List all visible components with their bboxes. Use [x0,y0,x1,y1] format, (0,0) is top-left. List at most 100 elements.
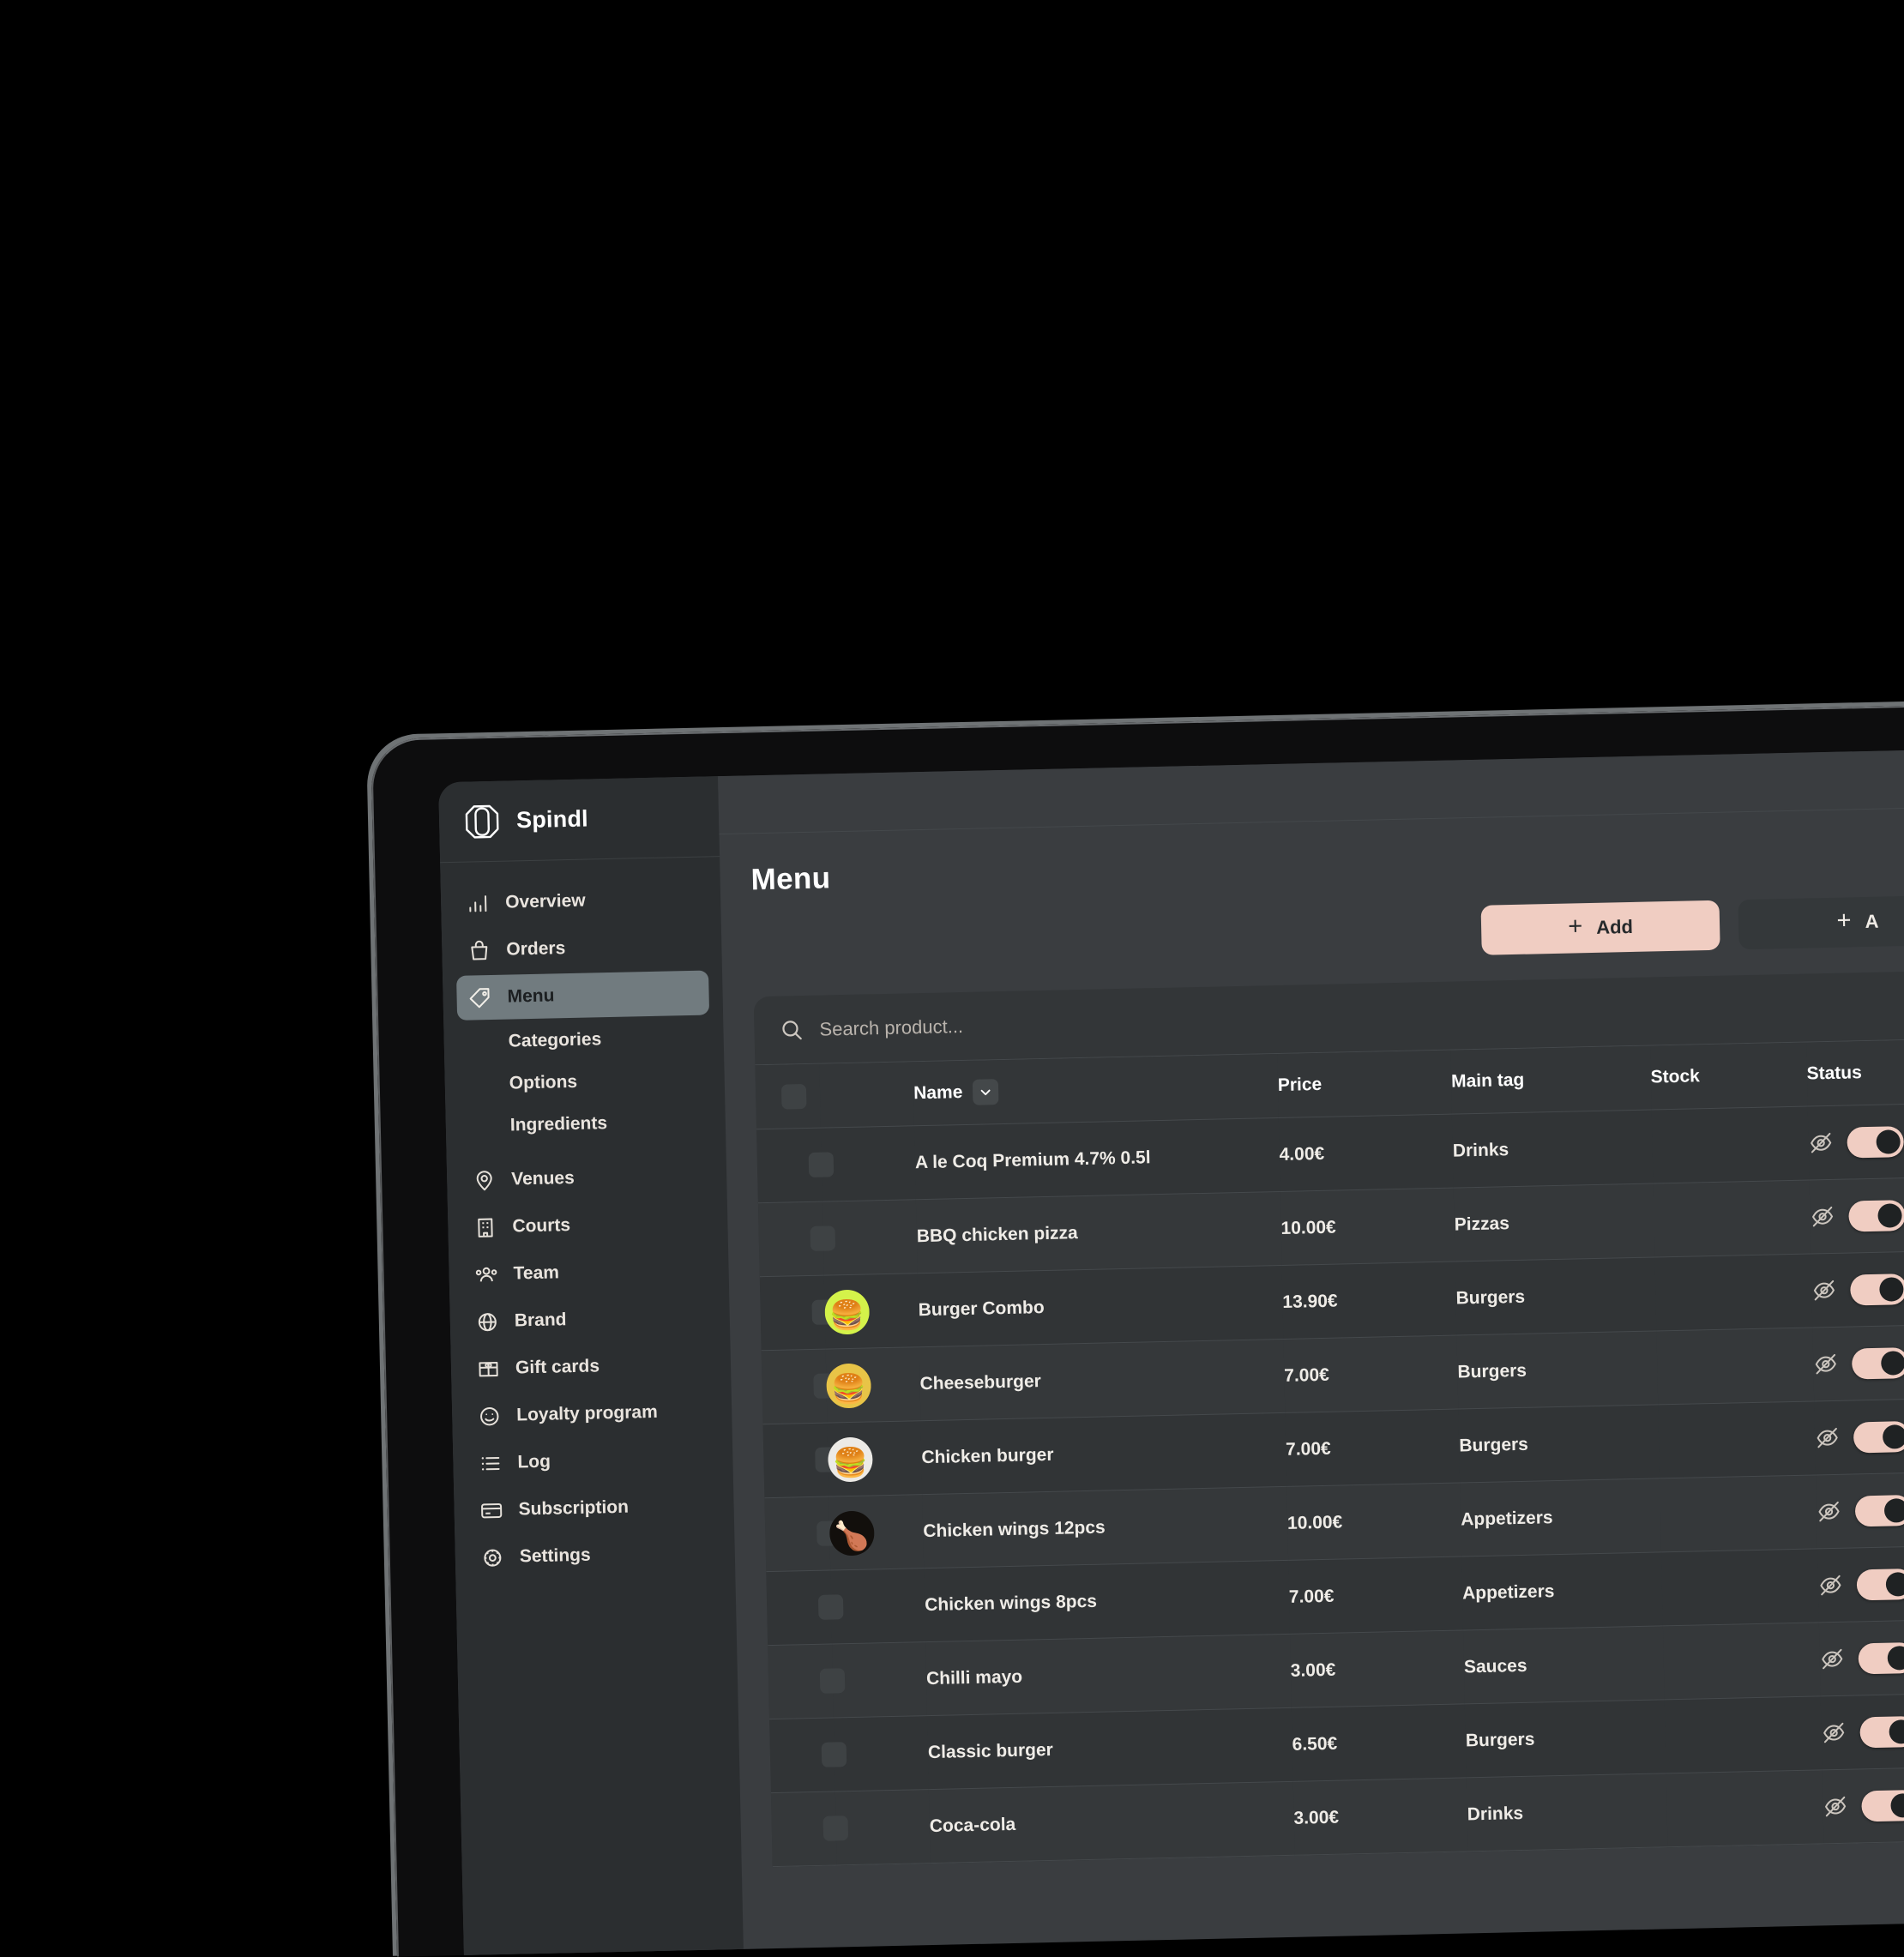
eye-off-icon[interactable] [1815,1425,1841,1451]
image-column-header [819,1062,914,1128]
row-select-cell[interactable] [769,1718,835,1793]
row-select-cell[interactable] [762,1349,828,1424]
row-status-cell[interactable] [1817,1545,1904,1623]
row-status-cell[interactable] [1807,1103,1904,1180]
status-toggle[interactable] [1859,1715,1904,1747]
row-select-cell[interactable] [771,1791,837,1867]
status-toggle[interactable] [1861,1789,1904,1821]
smiley-icon [478,1404,502,1428]
status-toggle[interactable] [1854,1495,1904,1526]
name-column-header[interactable]: Name [913,1054,1278,1126]
status-toggle[interactable] [1852,1347,1904,1379]
name-column-label: Name [913,1082,963,1104]
eye-off-icon[interactable] [1817,1573,1843,1599]
status-toggle[interactable] [1853,1421,1904,1453]
row-status-cell[interactable] [1822,1766,1904,1843]
eye-off-icon[interactable] [1810,1204,1835,1230]
search-input[interactable] [819,993,1904,1040]
sidebar-item-label: Log [517,1452,551,1473]
row-status-cell[interactable] [1819,1618,1904,1695]
row-thumbnail-cell [834,1716,929,1791]
row-thumbnail-cell: 🍔 [825,1347,920,1423]
row-status-cell[interactable] [1809,1177,1904,1254]
row-stock-cell [1653,1180,1811,1257]
eye-off-icon[interactable] [1808,1130,1834,1156]
status-toggle[interactable] [1856,1569,1904,1600]
sidebar-item-log[interactable]: Log [467,1436,720,1485]
row-maintag-cell: Burgers [1455,1257,1656,1335]
sidebar-item-label: Brand [515,1310,567,1331]
row-thumbnail-cell [830,1569,925,1644]
add-button[interactable]: + Add [1481,900,1720,955]
sidebar-item-menu[interactable]: Menu [456,970,709,1020]
row-select-cell[interactable] [766,1570,832,1646]
row-maintag-cell: Appetizers [1460,1478,1660,1557]
row-select-cell[interactable] [758,1201,824,1277]
sidebar-item-categories[interactable]: Categories [457,1017,710,1062]
row-status-cell[interactable] [1811,1250,1904,1328]
status-toggle[interactable] [1858,1641,1904,1673]
eye-off-icon[interactable] [1819,1647,1845,1672]
price-column-header[interactable]: Price [1277,1051,1452,1118]
row-maintag-cell: Drinks [1467,1773,1667,1852]
sidebar-item-options[interactable]: Options [458,1059,711,1104]
row-select-cell[interactable] [756,1128,822,1203]
sidebar-item-venues[interactable]: Venues [461,1153,714,1202]
row-maintag-cell: Burgers [1457,1331,1658,1409]
chevron-down-icon[interactable] [973,1079,999,1105]
add-secondary-button[interactable]: + A [1738,894,1904,949]
eye-off-icon[interactable] [1811,1278,1837,1304]
row-status-cell[interactable] [1814,1398,1904,1475]
credit-card-icon [479,1498,503,1522]
sidebar-item-team[interactable]: Team [462,1247,715,1297]
sidebar-item-subscription[interactable]: Subscription [467,1483,720,1532]
status-toggle[interactable] [1847,1126,1904,1158]
row-name-cell: Cheeseburger [919,1339,1286,1420]
maintag-column-header[interactable]: Main tag [1450,1046,1651,1115]
select-all-checkbox[interactable] [781,1084,807,1110]
sidebar-item-loyalty-program[interactable]: Loyalty program [466,1388,719,1438]
sidebar-item-courts[interactable]: Courts [461,1200,714,1249]
sidebar-item-gift-cards[interactable]: Gift cards [464,1341,717,1391]
eye-off-icon[interactable] [1823,1794,1848,1820]
row-select-cell[interactable] [764,1496,830,1572]
gift-card-icon [477,1357,501,1381]
eye-off-icon[interactable] [1816,1499,1841,1525]
row-name-cell: A le Coq Premium 4.7% 0.5l [914,1118,1280,1200]
product-thumbnail: 🍔 [826,1363,871,1408]
sidebar-item-label: Orders [506,938,565,960]
status-column-header[interactable]: Status [1806,1039,1904,1106]
row-price-cell: 7.00€ [1285,1409,1460,1486]
row-status-cell[interactable] [1820,1692,1904,1769]
sidebar-item-label: Team [513,1262,559,1284]
plus-icon: + [1568,914,1583,939]
status-toggle[interactable] [1848,1200,1904,1231]
row-stock-cell [1660,1475,1817,1552]
select-all-header[interactable] [755,1064,820,1129]
row-price-cell: 3.00€ [1290,1630,1465,1707]
stock-column-header[interactable]: Stock [1650,1043,1808,1110]
sidebar-nav: Overview Orders [440,857,735,1581]
row-select-cell[interactable] [763,1423,829,1498]
eye-off-icon[interactable] [1821,1720,1847,1746]
sidebar-item-brand[interactable]: Brand [463,1294,716,1344]
row-status-cell[interactable] [1816,1472,1904,1549]
sidebar-item-overview[interactable]: Overview [455,876,708,925]
sidebar-item-settings[interactable]: Settings [468,1530,721,1580]
eye-off-icon[interactable] [1813,1352,1839,1377]
sidebar-item-orders[interactable]: Orders [455,923,708,972]
row-select-cell[interactable] [760,1275,826,1351]
row-price-cell: 10.00€ [1280,1188,1455,1265]
sidebar-item-label: Options [509,1072,578,1094]
search-icon [780,1018,804,1043]
row-thumbnail-cell: 🍔 [824,1274,919,1349]
row-select-cell[interactable] [768,1644,834,1719]
action-bar: + Add + A [752,894,1904,971]
product-thumbnail: 🍔 [828,1436,873,1482]
row-status-cell[interactable] [1812,1324,1904,1401]
row-stock-cell [1658,1401,1816,1478]
brand-name: Spindl [516,805,588,834]
status-toggle[interactable] [1850,1274,1904,1305]
sidebar-item-ingredients[interactable]: Ingredients [459,1101,712,1146]
brand-header[interactable]: Spindl [438,776,720,863]
